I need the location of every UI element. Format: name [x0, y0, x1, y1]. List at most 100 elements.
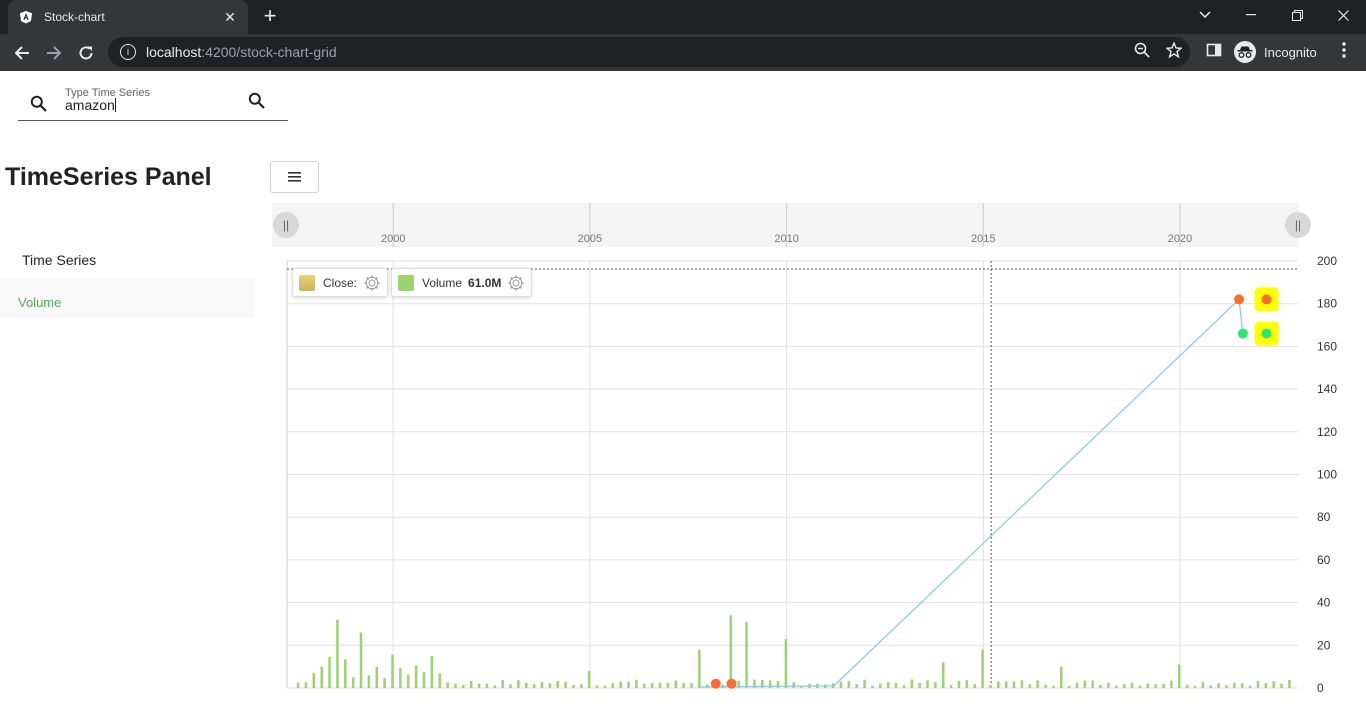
- volume-bar: [1154, 684, 1157, 688]
- y-tick-label: 160: [1317, 339, 1337, 353]
- volume-bar: [965, 680, 969, 688]
- volume-swatch: [398, 274, 414, 291]
- volume-bar: [981, 649, 984, 688]
- volume-bar: [501, 679, 504, 688]
- close-legend-item[interactable]: Close:: [292, 268, 389, 297]
- navigator-tick-label: 2000: [381, 233, 405, 245]
- data-point-marker: [710, 678, 721, 689]
- volume-bar: [989, 684, 992, 688]
- volume-bar: [469, 680, 473, 688]
- volume-bar: [635, 679, 638, 688]
- volume-bar: [320, 666, 323, 688]
- volume-bar: [729, 615, 733, 688]
- stock-chart: 2001801601401201008060402002000 2005 2010 2…: [286, 203, 1337, 695]
- y-tick-label: 140: [1317, 382, 1337, 396]
- volume-bar: [698, 649, 701, 688]
- volume-bar: [580, 684, 583, 688]
- volume-bar: [1272, 681, 1275, 688]
- volume-bar: [1044, 684, 1047, 688]
- volume-bar: [414, 665, 418, 688]
- volume-bar: [1107, 682, 1110, 688]
- volume-bar: [572, 684, 575, 688]
- volume-bar: [304, 682, 308, 688]
- volume-bar: [934, 682, 937, 688]
- volume-bar: [399, 668, 402, 688]
- volume-legend-item[interactable]: Volume 61.0M: [391, 268, 533, 297]
- volume-bar: [973, 684, 976, 688]
- volume-bar: [1052, 685, 1055, 688]
- volume-bar: [1280, 683, 1283, 688]
- volume-bar: [658, 682, 662, 688]
- volume-bar: [603, 685, 607, 688]
- navigator-tick-label: 2005: [578, 233, 602, 245]
- volume-bar: [910, 679, 914, 688]
- volume-bar: [1193, 685, 1197, 688]
- volume-bar: [894, 683, 898, 688]
- volume-bar: [430, 655, 434, 688]
- volume-bar: [926, 680, 929, 688]
- volume-bar: [296, 682, 300, 688]
- close-legend-label: Close:: [323, 275, 358, 290]
- volume-bar: [383, 678, 386, 688]
- volume-bar: [1162, 683, 1165, 688]
- volume-bar: [792, 682, 795, 688]
- volume-bar: [941, 662, 945, 688]
- volume-bar: [1130, 682, 1134, 688]
- volume-legend-label: Volume: [422, 275, 463, 290]
- volume-bar: [1264, 682, 1268, 688]
- volume-bar: [863, 679, 866, 688]
- volume-bar: [1185, 684, 1189, 688]
- volume-bar: [1091, 680, 1094, 688]
- volume-bar: [1122, 684, 1126, 688]
- volume-bar: [1178, 664, 1181, 688]
- data-point-marker: [726, 678, 737, 689]
- volume-bar: [784, 638, 788, 688]
- volume-bar: [957, 680, 961, 688]
- volume-bar: [556, 681, 559, 688]
- volume-bar: [1060, 666, 1063, 688]
- volume-bar: [1146, 683, 1150, 688]
- y-tick-label: 0: [1317, 681, 1324, 695]
- gear-icon[interactable]: [507, 274, 525, 292]
- volume-bar: [847, 681, 851, 688]
- y-tick-label: 100: [1317, 468, 1337, 482]
- volume-bar: [1067, 685, 1071, 688]
- volume-bar: [328, 656, 331, 688]
- volume-bar: [666, 683, 670, 688]
- volume-bar: [619, 681, 622, 688]
- volume-bar: [1075, 682, 1079, 688]
- gear-icon[interactable]: [363, 274, 381, 292]
- volume-bar: [438, 673, 441, 688]
- y-tick-label: 180: [1317, 297, 1337, 311]
- volume-bar: [1099, 684, 1102, 688]
- volume-bar: [540, 682, 544, 688]
- volume-bar: [312, 673, 316, 688]
- volume-bar: [587, 670, 591, 688]
- volume-bar: [391, 654, 394, 688]
- volume-bar: [650, 683, 654, 688]
- volume-bar: [344, 659, 347, 688]
- volume-bar: [745, 621, 748, 688]
- volume-bar: [493, 685, 497, 688]
- volume-bar: [1028, 684, 1032, 688]
- y-tick-label: 200: [1317, 254, 1337, 268]
- volume-bar: [674, 680, 677, 688]
- volume-bar: [509, 684, 512, 688]
- volume-bar: [839, 681, 843, 688]
- close-swatch: [299, 274, 315, 291]
- volume-bar: [367, 675, 371, 688]
- volume-bar: [1201, 681, 1205, 688]
- volume-bar: [548, 683, 552, 688]
- volume-bar: [1020, 680, 1024, 688]
- volume-bar: [627, 681, 630, 688]
- y-tick-label: 80: [1317, 510, 1331, 524]
- volume-bar: [949, 685, 953, 688]
- volume-bar: [485, 683, 489, 688]
- data-point-marker: [1237, 328, 1248, 339]
- navigator-tick-label: 2020: [1168, 233, 1192, 245]
- volume-bar: [1233, 682, 1236, 688]
- volume-bar: [1036, 680, 1039, 688]
- navigator-tick-label: 2010: [774, 233, 798, 245]
- volume-bar: [1288, 679, 1291, 688]
- volume-bar: [1115, 685, 1118, 688]
